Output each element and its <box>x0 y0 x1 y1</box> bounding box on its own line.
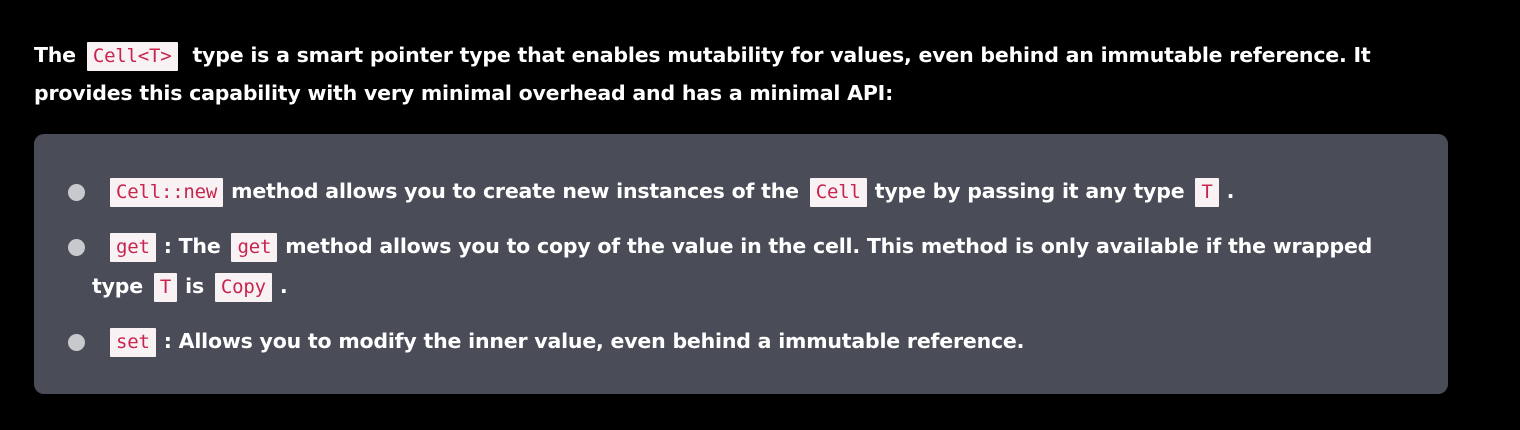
inline-code-t: T <box>1195 178 1219 207</box>
inline-code-cell: Cell <box>809 178 867 207</box>
item-text: . <box>1226 179 1235 203</box>
intro-text-the: The <box>34 42 76 67</box>
inline-code-get: get <box>110 233 156 262</box>
api-panel: Cell::new method allows you to create new… <box>34 134 1448 394</box>
list-item-text: Cell::new method allows you to create new… <box>92 172 1422 212</box>
list-item-text: set : Allows you to modify the inner valu… <box>92 322 1422 362</box>
inline-code-cell-t: Cell<T> <box>86 41 178 71</box>
list-item-text: get: The get method allows you to copy of… <box>92 227 1422 307</box>
intro-paragraph: The Cell<T> type is a smart pointer type… <box>34 37 1434 112</box>
item-text: . <box>279 274 288 298</box>
item-text: is <box>185 274 204 298</box>
bullet-icon <box>68 239 85 256</box>
inline-code-cell-new: Cell::new <box>110 178 224 207</box>
inline-code-copy: Copy <box>214 273 272 302</box>
bullet-icon <box>68 334 85 351</box>
list-item-get: get: The get method allows you to copy of… <box>68 227 1422 307</box>
inline-code-set: set <box>110 328 156 357</box>
bullet-icon <box>68 184 85 201</box>
inline-code-t: T <box>153 273 178 302</box>
item-text: : The <box>163 234 221 258</box>
intro-text-rest: type is a smart pointer type that enable… <box>34 42 1371 105</box>
item-text: type by passing it any type <box>874 179 1185 203</box>
list-item-set: set : Allows you to modify the inner valu… <box>68 322 1422 362</box>
item-text: : Allows you to modify the inner value, … <box>163 329 1025 353</box>
list-item-cell-new: Cell::new method allows you to create new… <box>68 172 1422 212</box>
item-text: method allows you to create new instance… <box>231 179 799 203</box>
api-list: Cell::new method allows you to create new… <box>68 172 1422 377</box>
inline-code-get: get <box>231 233 278 262</box>
